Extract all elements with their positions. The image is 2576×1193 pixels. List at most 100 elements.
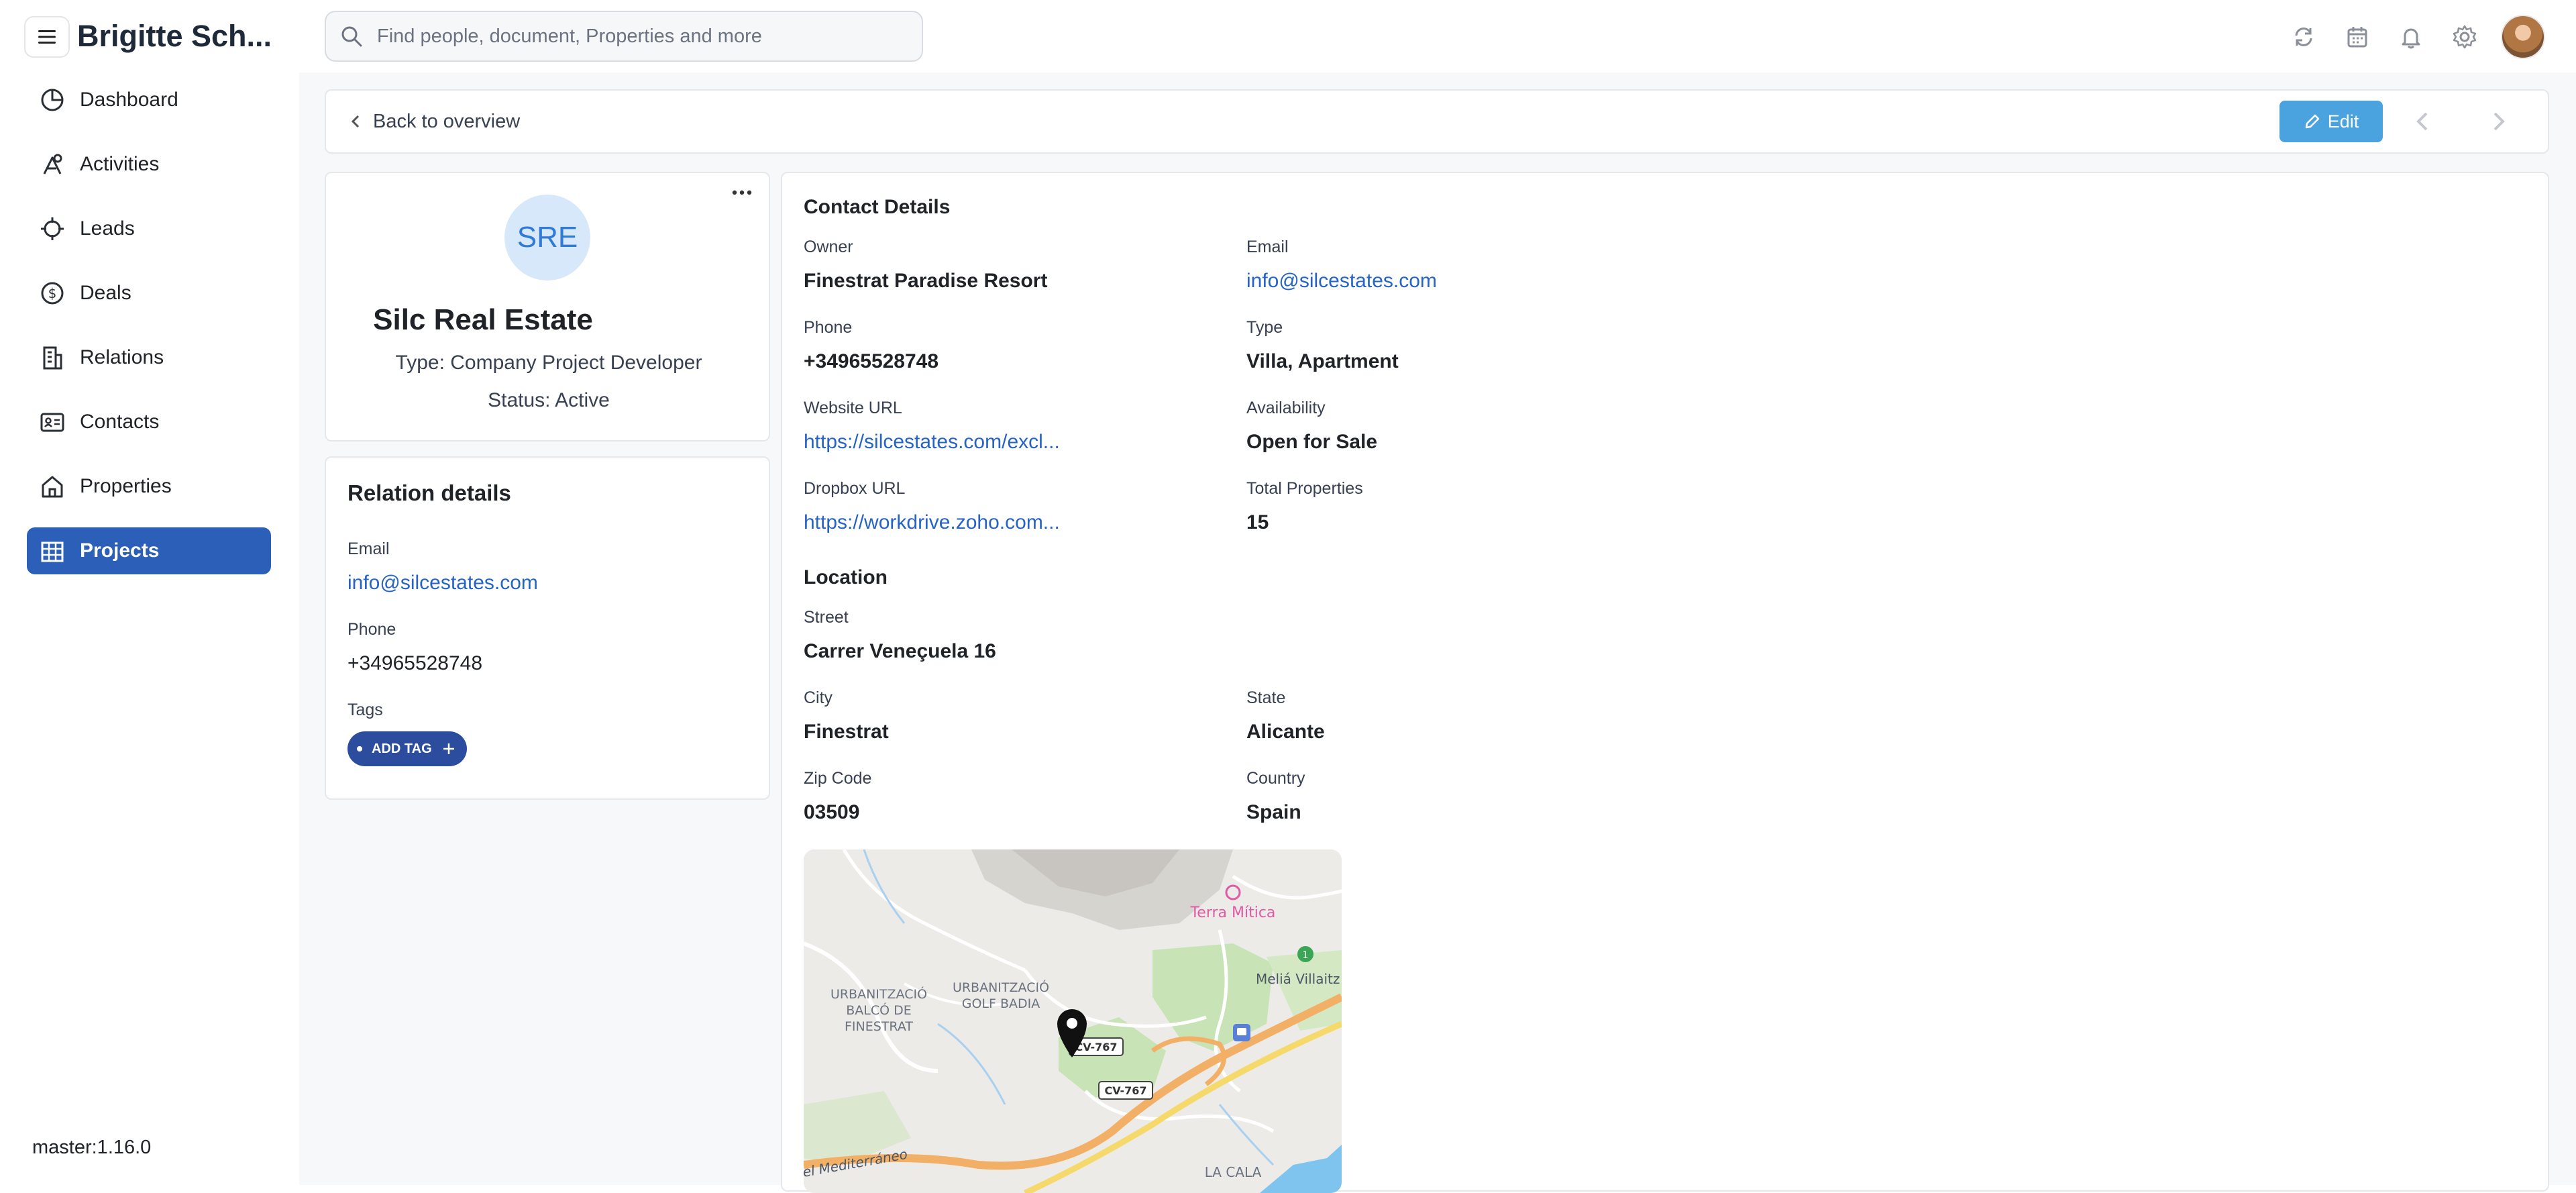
sidebar-item-leads[interactable]: Leads xyxy=(27,205,271,252)
sidebar-item-deals[interactable]: $ Deals xyxy=(27,270,271,317)
type-value: Villa, Apartment xyxy=(1246,350,1399,372)
notifications-button[interactable] xyxy=(2396,22,2426,52)
email-link[interactable]: info@silcestates.com xyxy=(1246,270,1437,293)
map-label-area1-line2: BALCÓ DE xyxy=(846,1002,912,1018)
sidebar-item-properties[interactable]: Properties xyxy=(27,463,271,510)
settings-button[interactable] xyxy=(2450,22,2479,52)
app-version: master:1.16.0 xyxy=(32,1137,152,1158)
contacts-icon xyxy=(40,413,64,432)
sidebar-item-label: Contacts xyxy=(80,411,160,433)
sidebar-item-label: Leads xyxy=(80,217,135,240)
dropbox-label: Dropbox URL xyxy=(804,479,906,498)
next-record-button[interactable] xyxy=(2482,105,2514,138)
city-label: City xyxy=(804,688,833,707)
sidebar: Brigitte Sch... Dashboard Activities Lea… xyxy=(0,0,299,1185)
chevron-left-icon xyxy=(2416,112,2428,131)
profile-card: SRE Silc Real Estate Type: Company Proje… xyxy=(325,172,770,442)
edit-button[interactable]: Edit xyxy=(2279,101,2383,142)
activities-icon xyxy=(43,154,62,174)
record-toolbar: Back to overview Edit xyxy=(325,89,2549,154)
edit-label: Edit xyxy=(2327,111,2359,132)
sidebar-item-projects[interactable]: Projects xyxy=(27,527,271,574)
map-label-area1-line1: URBANITZACIÓ xyxy=(830,986,927,1002)
svg-text:1: 1 xyxy=(1303,950,1309,961)
leads-icon xyxy=(41,217,64,240)
phone-value: +34965528748 xyxy=(804,350,939,372)
previous-record-button[interactable] xyxy=(2407,105,2439,138)
owner-value: Finestrat Paradise Resort xyxy=(804,270,1048,292)
hamburger-icon xyxy=(38,30,56,44)
sidebar-item-label: Dashboard xyxy=(80,89,178,111)
zip-label: Zip Code xyxy=(804,769,872,788)
country-label: Country xyxy=(1246,769,1305,788)
relation-details-title: Relation details xyxy=(347,480,511,505)
sidebar-item-activities[interactable]: Activities xyxy=(27,141,271,188)
type-label: Type xyxy=(1246,318,1283,337)
sidebar-item-label: Projects xyxy=(80,539,160,562)
map-label-area2-line2: GOLF BADIA xyxy=(962,996,1040,1011)
location-title: Location xyxy=(804,566,888,588)
chevron-right-icon xyxy=(2493,112,2505,131)
sidebar-item-dashboard[interactable]: Dashboard xyxy=(27,76,271,123)
map-label-town: LA CALA xyxy=(1205,1164,1262,1180)
calendar-button[interactable] xyxy=(2343,22,2372,52)
website-label: Website URL xyxy=(804,399,902,417)
email-label: Email xyxy=(1246,238,1289,256)
menu-toggle-button[interactable] xyxy=(24,16,70,58)
refresh-icon xyxy=(2295,28,2312,46)
sidebar-item-label: Properties xyxy=(80,475,172,497)
map-label-area1-line3: FINESTRAT xyxy=(845,1019,913,1034)
more-horizontal-icon xyxy=(732,190,752,195)
relation-email-link[interactable]: info@silcestates.com xyxy=(347,572,538,594)
state-value: Alicante xyxy=(1246,721,1325,743)
website-link[interactable]: https://silcestates.com/excl... xyxy=(804,431,1060,454)
sidebar-item-label: Relations xyxy=(80,346,164,368)
sidebar-item-label: Deals xyxy=(80,282,131,304)
properties-icon xyxy=(42,476,63,498)
add-tag-label: ADD TAG xyxy=(372,741,432,756)
company-name: Silc Real Estate xyxy=(373,303,593,336)
projects-icon xyxy=(41,541,64,562)
total-properties-label: Total Properties xyxy=(1246,479,1363,498)
pencil-icon xyxy=(2305,114,2319,129)
map-canvas: Terra Mítica URBANITZACIÓ BALCÓ DE FINES… xyxy=(804,849,1342,1193)
gear-icon xyxy=(2453,25,2477,49)
dropbox-link[interactable]: https://workdrive.zoho.com... xyxy=(804,511,1060,534)
relation-phone-label: Phone xyxy=(347,620,396,639)
street-label: Street xyxy=(804,608,849,627)
contact-details-card: Contact Details Owner Finestrat Paradise… xyxy=(781,172,2549,1193)
contact-details-title: Contact Details xyxy=(804,196,951,218)
sidebar-item-contacts[interactable]: Contacts xyxy=(27,399,271,446)
zip-value: 03509 xyxy=(804,801,860,823)
more-options-button[interactable] xyxy=(729,183,755,203)
availability-label: Availability xyxy=(1246,399,1326,417)
sidebar-item-label: Activities xyxy=(80,153,160,175)
sidebar-item-relations[interactable]: Relations xyxy=(27,334,271,381)
map-label-hotel: Meliá Villaitz xyxy=(1256,971,1340,987)
location-map[interactable]: Terra Mítica URBANITZACIÓ BALCÓ DE FINES… xyxy=(804,849,1342,1193)
map-label-road1: CV-767 xyxy=(1075,1041,1118,1053)
global-search[interactable] xyxy=(325,11,923,62)
map-label-area2-line1: URBANITZACIÓ xyxy=(953,979,1049,995)
sync-button[interactable] xyxy=(2289,22,2318,52)
back-to-overview-link[interactable]: Back to overview xyxy=(347,91,520,152)
svg-text:$: $ xyxy=(48,285,57,301)
owner-label: Owner xyxy=(804,238,853,256)
street-value: Carrer Veneçuela 16 xyxy=(804,640,996,662)
search-input[interactable] xyxy=(376,24,899,48)
top-actions xyxy=(2289,15,2545,59)
map-label-poi: Terra Mítica xyxy=(1190,904,1276,921)
company-avatar: SRE xyxy=(504,195,590,280)
chevron-left-icon xyxy=(351,115,360,128)
availability-value: Open for Sale xyxy=(1246,431,1378,453)
user-name: Brigitte Sch... xyxy=(77,19,272,53)
add-tag-button[interactable]: ADD TAG xyxy=(347,731,467,766)
deals-icon: $ xyxy=(41,282,64,305)
relation-details-card: Relation details Email info@silcestates.… xyxy=(325,456,770,800)
phone-label: Phone xyxy=(804,318,853,337)
dashboard-icon xyxy=(41,89,64,111)
user-avatar[interactable] xyxy=(2501,15,2545,59)
relation-email-label: Email xyxy=(347,539,390,558)
map-label-road2: CV-767 xyxy=(1105,1084,1147,1097)
relation-phone-value: +34965528748 xyxy=(347,652,483,674)
